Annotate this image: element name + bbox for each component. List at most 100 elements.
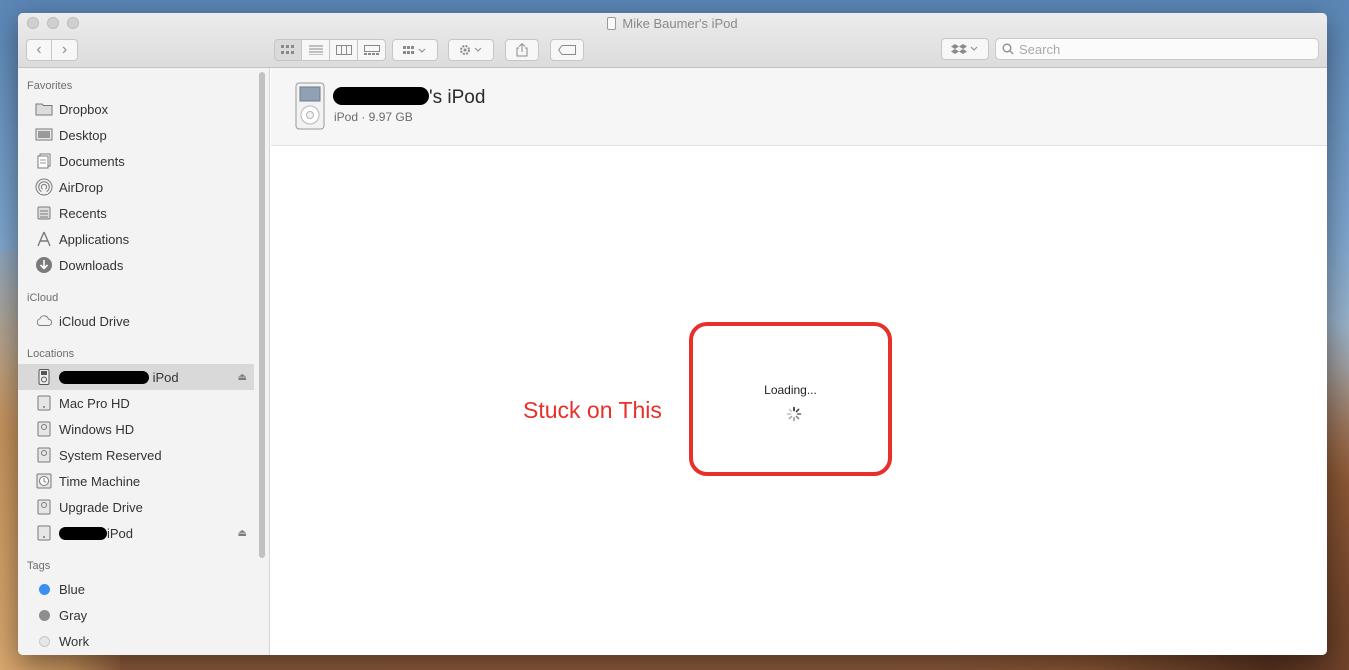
view-mode-buttons: [274, 39, 386, 61]
search-field[interactable]: [995, 38, 1319, 60]
navigation-buttons: ‹ ›: [26, 39, 78, 61]
share-button[interactable]: [505, 39, 539, 61]
sidebar-item-desktop[interactable]: Desktop: [18, 122, 269, 148]
sidebar-item-recents[interactable]: Recents: [18, 200, 269, 226]
forward-button[interactable]: ›: [52, 39, 78, 61]
column-view-button[interactable]: [330, 39, 358, 61]
group-icon: [403, 46, 426, 54]
sidebar-item-label: Gray: [59, 607, 88, 623]
search-input[interactable]: [1019, 41, 1309, 57]
drive-icon: [35, 395, 53, 411]
spinner-icon: [786, 406, 802, 422]
tag-button[interactable]: [550, 39, 584, 61]
sidebar-item-label: Dropbox: [59, 101, 109, 117]
sidebar-header-locations: Locations: [27, 348, 75, 360]
toolbar: Mike Baumer's iPod ‹ ›: [18, 13, 1327, 68]
redaction-mark: [59, 370, 149, 384]
ipod-icon: [607, 17, 617, 30]
recents-icon: [35, 205, 53, 221]
eject-icon[interactable]: ⏏: [238, 528, 247, 539]
window-title: Mike Baumer's iPod: [18, 16, 1327, 31]
tag-icon: [558, 45, 576, 55]
sidebar-item-label: Documents: [59, 153, 125, 169]
drive-icon: [35, 499, 53, 515]
sidebar-item-label: iCloud Drive: [59, 313, 130, 329]
sidebar-item-downloads[interactable]: Downloads: [18, 252, 269, 278]
sidebar-item-label: Recents: [59, 205, 107, 221]
sidebar-item-label: Work: [59, 633, 90, 649]
loading-text: Loading...: [764, 383, 817, 397]
sidebar-item-time-machine[interactable]: Time Machine: [18, 468, 269, 494]
sidebar-item-label: iPod: [59, 370, 179, 385]
sidebar-header-favorites: Favorites: [27, 80, 73, 92]
sidebar-item-dropbox[interactable]: Dropbox: [18, 96, 269, 122]
cloud-icon: [35, 313, 53, 329]
chevron-right-icon: ›: [61, 41, 68, 58]
sidebar-item-ipod-2[interactable]: iPod ⏏: [18, 520, 269, 546]
drive-icon: [35, 421, 53, 437]
action-menu-button[interactable]: [448, 39, 494, 61]
sidebar-item-label: Upgrade Drive: [59, 499, 143, 515]
folder-icon: [35, 101, 53, 117]
annotation-highlight-box: Loading...: [689, 322, 892, 476]
eject-icon[interactable]: ⏏: [238, 372, 247, 383]
sidebar-item-tag-blue[interactable]: Blue: [18, 576, 269, 602]
sidebar-item-documents[interactable]: Documents: [18, 148, 269, 174]
airdrop-icon: [35, 178, 53, 196]
gallery-view-button[interactable]: [358, 39, 386, 61]
gear-icon: [460, 45, 482, 55]
sidebar-header-tags: Tags: [27, 560, 51, 572]
icon-view-button[interactable]: [274, 39, 302, 61]
finder-window: Mike Baumer's iPod ‹ › Search Favorites …: [18, 13, 1327, 655]
content-area: 's iPod iPod · 9.97 GB Stuck on This Loa…: [271, 68, 1327, 655]
sidebar-item-airdrop[interactable]: AirDrop: [18, 174, 269, 200]
tag-color-icon: [35, 633, 53, 649]
dropbox-button[interactable]: [941, 38, 989, 60]
sidebar-item-label: Windows HD: [59, 421, 135, 437]
applications-icon: [35, 231, 53, 247]
back-button[interactable]: ‹: [26, 39, 52, 61]
dropbox-icon: [951, 44, 978, 54]
sidebar-item-upgrade-drive[interactable]: Upgrade Drive: [18, 494, 269, 520]
tag-color-icon: [35, 607, 53, 623]
sidebar-header-icloud: iCloud: [27, 292, 59, 304]
sidebar-item-ipod[interactable]: iPod ⏏: [18, 364, 254, 390]
gallery-view-icon: [363, 45, 380, 55]
sidebar-item-tag-gray[interactable]: Gray: [18, 602, 269, 628]
drive-icon: [35, 525, 53, 541]
device-subtitle: iPod · 9.97 GB: [334, 110, 413, 124]
redaction-mark: [59, 526, 107, 540]
redaction-mark: [333, 87, 429, 105]
sidebar-item-mac-pro-hd[interactable]: Mac Pro HD: [18, 390, 269, 416]
documents-icon: [35, 153, 53, 169]
time-machine-icon: [35, 473, 53, 489]
share-icon: [516, 43, 528, 57]
sidebar-item-label: Downloads: [59, 257, 124, 273]
sidebar-item-windows-hd[interactable]: Windows HD: [18, 416, 269, 442]
sidebar-item-label: AirDrop: [59, 179, 104, 195]
tag-color-icon: [35, 581, 53, 597]
search-icon: [1002, 43, 1014, 55]
icon-view-icon: [281, 45, 294, 54]
sidebar-item-label: Time Machine: [59, 473, 141, 489]
list-view-button[interactable]: [302, 39, 330, 61]
sidebar-item-label: System Reserved: [59, 447, 162, 463]
ipod-icon: [295, 82, 325, 130]
group-by-button[interactable]: [392, 39, 438, 61]
sidebar-item-label: Blue: [59, 581, 86, 597]
desktop-icon: [35, 127, 53, 143]
list-view-icon: [308, 45, 323, 55]
device-name: 's iPod: [333, 87, 485, 109]
window-title-text: Mike Baumer's iPod: [622, 16, 738, 31]
sidebar-item-label: iPod: [59, 526, 133, 541]
annotation-text: Stuck on This: [523, 397, 662, 423]
ipod-icon: [35, 369, 53, 385]
column-view-icon: [335, 45, 352, 55]
device-header: 's iPod iPod · 9.97 GB: [271, 68, 1327, 146]
sidebar-item-icloud-drive[interactable]: iCloud Drive: [18, 308, 269, 334]
sidebar-item-applications[interactable]: Applications: [18, 226, 269, 252]
sidebar-item-system-reserved[interactable]: System Reserved: [18, 442, 269, 468]
chevron-left-icon: ‹: [36, 41, 42, 58]
drive-icon: [35, 447, 53, 463]
sidebar-item-tag-work[interactable]: Work: [18, 628, 269, 654]
